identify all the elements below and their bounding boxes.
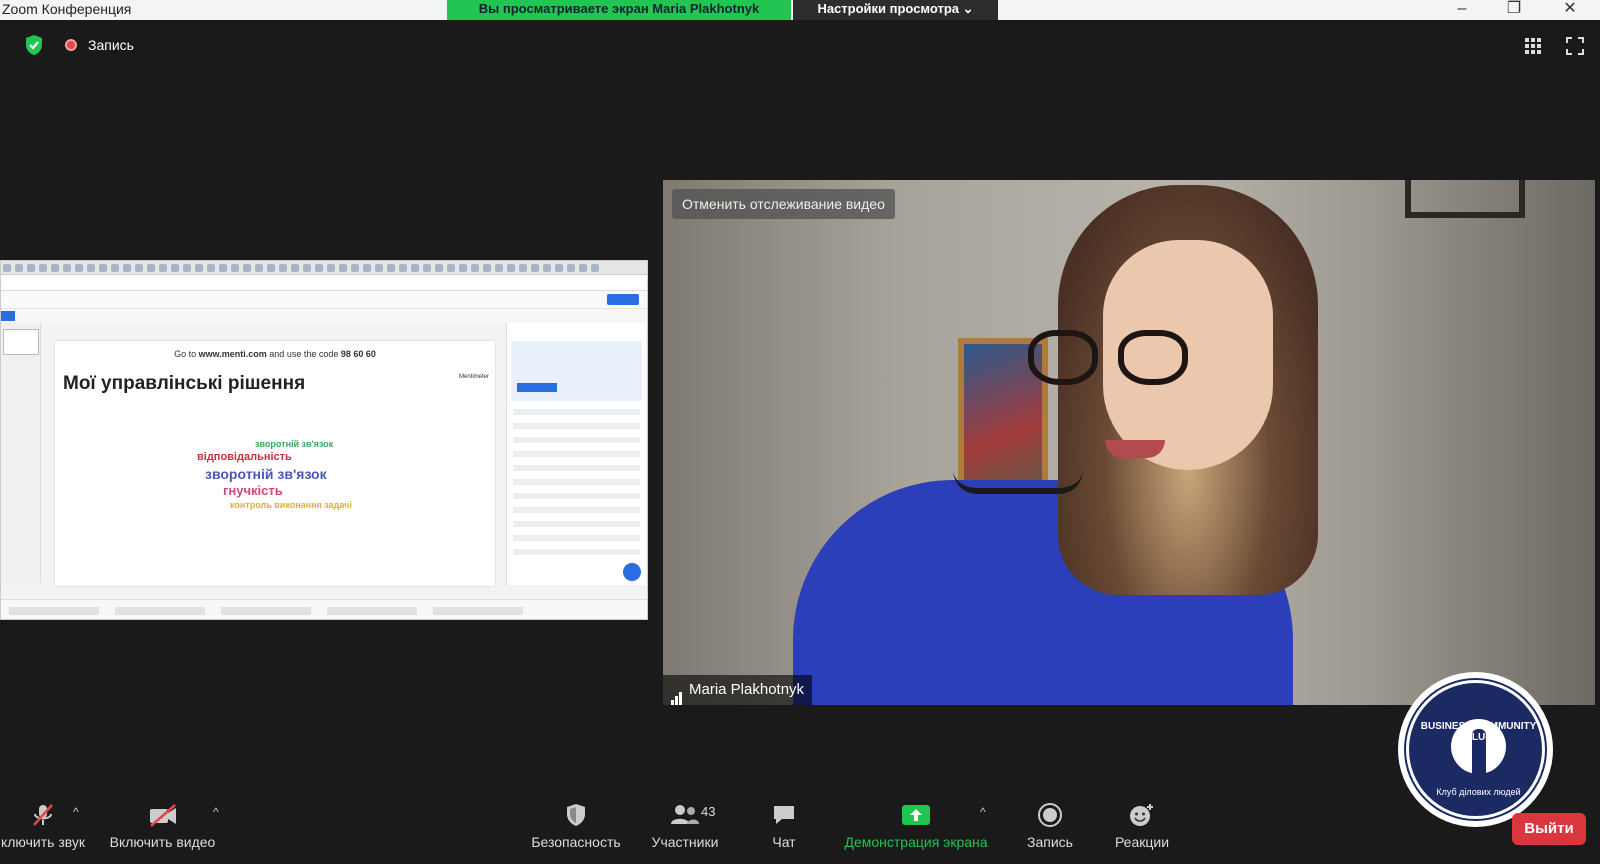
view-options-label: Настройки просмотра <box>817 1 960 16</box>
downloads-bar <box>1 599 647 619</box>
recording-label: Запись <box>88 37 134 53</box>
view-options-button[interactable]: Настройки просмотра ⌄ <box>793 0 998 20</box>
video-options-caret-icon[interactable]: ^ <box>213 805 219 819</box>
record-icon <box>1038 803 1062 827</box>
chat-icon <box>774 806 794 824</box>
start-video-label: Включить видео <box>109 834 216 850</box>
fullscreen-icon[interactable] <box>1566 37 1584 55</box>
participants-count: 43 <box>701 804 716 819</box>
video-off-icon <box>149 804 176 827</box>
mentimeter-app-bar <box>1 291 647 309</box>
unfollow-video-button[interactable]: Отменить отслеживание видео <box>672 189 895 219</box>
share-screen-label: Демонстрация экрана <box>844 834 988 850</box>
word-cloud-word: зворотній зв'язок <box>205 466 327 482</box>
chat-button[interactable]: Чат <box>762 796 806 850</box>
speaker-figure <box>993 180 1553 705</box>
recording-dot-icon <box>65 39 77 51</box>
record-label: Запись <box>1027 834 1073 850</box>
reactions-button[interactable]: Реакции <box>1112 796 1172 850</box>
word-cloud: зворотній зв'язок відповідальність зворо… <box>175 411 395 531</box>
participant-name: Maria Plakhotnyk <box>689 681 805 698</box>
mentimeter-brand: Mentimeter <box>458 374 489 380</box>
mentimeter-sub-bar <box>1 309 647 323</box>
chevron-down-icon: ⌄ <box>962 1 974 16</box>
speaker-glasses <box>1118 330 1188 385</box>
minimize-icon[interactable]: – <box>1442 0 1482 20</box>
browser-tab-strip <box>1 261 647 275</box>
speaker-glasses <box>1028 330 1098 385</box>
gallery-view-icon[interactable] <box>1525 38 1541 54</box>
slide-settings-panel <box>506 323 646 585</box>
present-button <box>607 294 639 305</box>
encryption-shield-icon[interactable] <box>24 34 44 56</box>
word-cloud-word: зворотній зв'язок <box>255 439 334 449</box>
title-bar: Zoom Конференция Вы просматриваете экран… <box>0 0 1600 20</box>
slide-thumbnail <box>3 329 39 355</box>
shared-screen[interactable]: Go to www.menti.com and use the code 98 … <box>0 260 648 620</box>
add-slide-button <box>1 311 15 321</box>
start-video-button[interactable]: Включить видео <box>105 796 220 850</box>
security-button[interactable]: Безопасность <box>528 796 624 850</box>
word-cloud-word: контроль виконання задачі <box>230 500 352 510</box>
slide-join-instructions: Go to www.menti.com and use the code 98 … <box>174 349 376 359</box>
reactions-icon <box>1130 804 1153 826</box>
security-label: Безопасность <box>531 834 621 850</box>
help-chat-icon <box>623 563 641 581</box>
participant-name-tag: Maria Plakhotnyk <box>663 675 813 705</box>
restore-icon[interactable]: ❐ <box>1494 0 1534 20</box>
leave-meeting-button[interactable]: Выйти <box>1512 813 1586 845</box>
participants-icon <box>671 805 699 824</box>
word-cloud-word: відповідальність <box>197 451 292 463</box>
chat-label: Чат <box>772 834 796 850</box>
meeting-toolbar: ключить звук ^ Включить видео ^ Безопасн… <box>0 796 1600 864</box>
unmute-label: ключить звук <box>0 834 86 850</box>
audio-options-caret-icon[interactable]: ^ <box>73 805 79 819</box>
signal-strength-icon <box>671 675 683 705</box>
speaker-collar <box>953 470 1083 494</box>
muted-microphone-icon <box>33 804 53 826</box>
meeting-status-row: Запись <box>0 28 1600 62</box>
reactions-label: Реакции <box>1114 834 1170 850</box>
share-options-caret-icon[interactable]: ^ <box>980 805 986 819</box>
participants-label: Участники <box>651 834 719 850</box>
browser-address-bar <box>1 275 647 291</box>
word-cloud-word: гнучкість <box>223 483 283 498</box>
settings-info-box <box>511 341 642 401</box>
record-button[interactable]: Запись <box>1022 796 1078 850</box>
speaker-smile <box>1105 440 1165 458</box>
viewing-banner: Вы просматриваете экран Maria Plakhotnyk <box>447 0 791 20</box>
slide-thumbnails <box>1 323 41 583</box>
shield-icon <box>567 804 585 826</box>
share-screen-button[interactable]: Демонстрация экрана <box>842 796 990 850</box>
window-title: Zoom Конференция <box>2 1 132 17</box>
close-icon[interactable]: ✕ <box>1550 0 1590 20</box>
presentation-slide: Go to www.menti.com and use the code 98 … <box>55 341 495 586</box>
speaker-video[interactable]: Отменить отслеживание видео Maria Plakho… <box>663 180 1595 705</box>
slide-title: Мої управлінські рішення <box>63 373 306 394</box>
share-screen-icon <box>902 805 930 825</box>
